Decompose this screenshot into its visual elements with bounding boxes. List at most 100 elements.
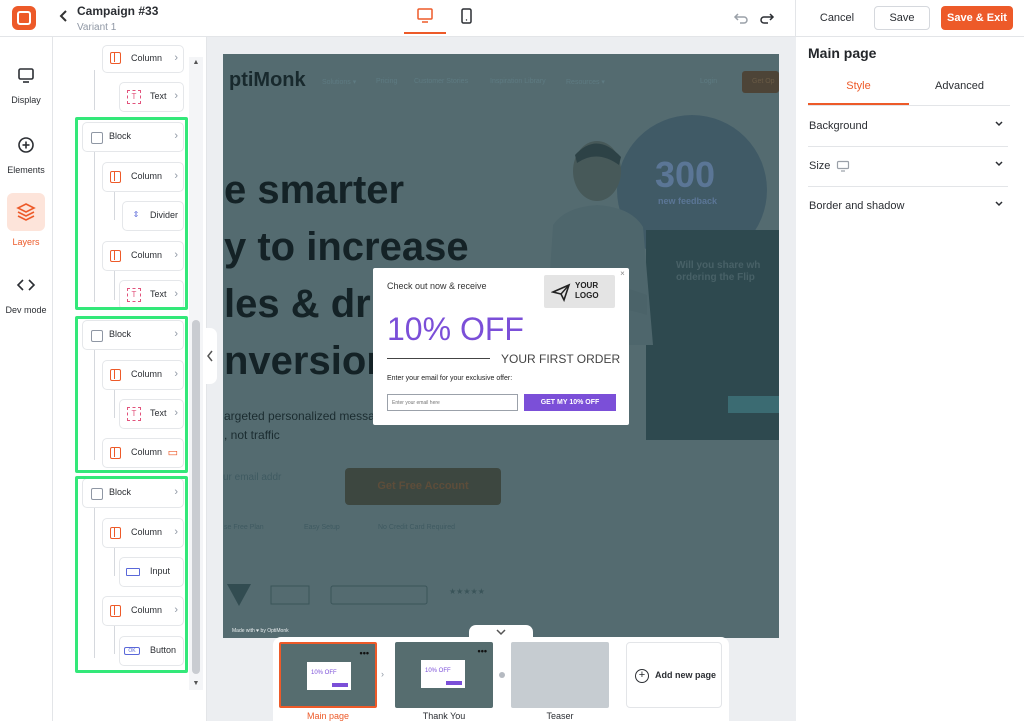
add-new-page-button[interactable]: + Add new page bbox=[626, 642, 722, 708]
more-icon[interactable]: ••• bbox=[478, 646, 487, 656]
topbar-divider bbox=[795, 0, 796, 37]
partner-logos: ★★★★★ bbox=[227, 584, 485, 606]
page-label-teaser[interactable]: Teaser bbox=[511, 711, 609, 721]
column-icon bbox=[110, 52, 121, 64]
monitor-icon bbox=[14, 63, 38, 87]
section-border-shadow[interactable]: Border and shadow bbox=[808, 187, 1008, 227]
chevron-right-icon[interactable]: › bbox=[174, 90, 178, 102]
popup-cta-button[interactable]: GET MY 10% OFF bbox=[524, 394, 616, 411]
scroll-up-arrow-icon[interactable]: ▲ bbox=[191, 59, 201, 69]
nav-layers[interactable]: Layers bbox=[0, 193, 52, 251]
popup-subheadline[interactable]: YOUR FIRST ORDER bbox=[501, 352, 620, 366]
layer-row-column[interactable]: Column › bbox=[102, 45, 184, 73]
feature-link: No Credit Card Required bbox=[378, 524, 456, 531]
nav-display-label: Display bbox=[11, 95, 41, 105]
nav-dev-mode[interactable]: Dev mode bbox=[0, 271, 52, 329]
page-thumb-teaser[interactable] bbox=[511, 642, 609, 708]
chevron-right-icon[interactable]: › bbox=[174, 52, 178, 64]
block-highlight bbox=[75, 316, 188, 473]
site-nav-item: Login bbox=[700, 78, 718, 85]
site-nav-item: Solutions ▾ bbox=[322, 79, 357, 86]
page-thumb-button bbox=[446, 681, 462, 685]
site-nav-item: Resources ▾ bbox=[566, 79, 605, 86]
popup-offer[interactable]: 10% OFF bbox=[387, 310, 524, 348]
page-thumb-main[interactable]: ••• 10% OFF bbox=[279, 642, 377, 708]
svg-text:★★★★★: ★★★★★ bbox=[449, 587, 485, 596]
hero-line: e smarter bbox=[224, 168, 405, 212]
tabs-divider bbox=[808, 105, 1010, 106]
big-number-caption: new feedback bbox=[658, 196, 718, 206]
popup-email-label[interactable]: Enter your email for your exclusive offe… bbox=[387, 375, 512, 382]
logo-line: YOUR bbox=[575, 281, 599, 290]
hero-line: les & dri bbox=[224, 282, 382, 326]
paper-plane-icon bbox=[551, 283, 571, 302]
layer-row-text[interactable]: T Text › bbox=[119, 82, 184, 112]
logo-grid-icon bbox=[17, 11, 31, 25]
layers-scroll-thumb[interactable] bbox=[192, 320, 200, 674]
nav-elements-label: Elements bbox=[7, 165, 45, 175]
section-size[interactable]: Size bbox=[808, 147, 1008, 187]
more-icon[interactable]: ••• bbox=[360, 648, 369, 658]
layer-label: Column bbox=[131, 53, 163, 63]
plus-circle-icon bbox=[14, 133, 38, 157]
popup-divider[interactable] bbox=[387, 358, 490, 359]
logo-line: LOGO bbox=[575, 291, 599, 300]
mobile-icon bbox=[461, 8, 472, 24]
popup-close-icon[interactable]: × bbox=[618, 269, 627, 278]
page-thumb-thank-you[interactable]: ••• 10% OFF bbox=[395, 642, 493, 708]
scroll-down-arrow-icon[interactable]: ▼ bbox=[191, 680, 201, 690]
tab-style[interactable]: Style bbox=[808, 78, 909, 105]
add-new-page-label: Add new page bbox=[655, 670, 717, 680]
panel-title: Main page bbox=[808, 45, 877, 61]
made-with-label: Made with ♥ by OptiMonk bbox=[232, 628, 289, 634]
back-arrow-icon[interactable] bbox=[59, 9, 69, 23]
nav-elements[interactable]: Elements bbox=[0, 131, 52, 189]
chevron-down-icon[interactable] bbox=[994, 119, 1004, 132]
tab-advanced[interactable]: Advanced bbox=[909, 78, 1010, 105]
nav-display[interactable]: Display bbox=[0, 61, 52, 119]
page-separator-dot bbox=[499, 672, 505, 678]
popup-headline[interactable]: Check out now & receive bbox=[387, 281, 487, 291]
layer-label: Text bbox=[150, 91, 167, 101]
feature-link: Easy Setup bbox=[304, 524, 340, 531]
site-nav-item: Customer Stories bbox=[414, 78, 469, 85]
big-number: 300 bbox=[655, 154, 716, 195]
section-label: Background bbox=[809, 120, 868, 132]
hero-line: nversion bbox=[224, 339, 391, 383]
section-background[interactable]: Background bbox=[808, 107, 1008, 147]
hero-line: y to increase bbox=[224, 225, 469, 269]
desktop-preview-button[interactable] bbox=[404, 0, 446, 34]
desktop-icon bbox=[417, 8, 433, 23]
chevron-down-icon[interactable] bbox=[994, 199, 1004, 212]
chevron-down-icon[interactable] bbox=[994, 159, 1004, 172]
left-nav: Display Elements Layers Dev mode bbox=[0, 37, 53, 721]
popup-email-input[interactable] bbox=[387, 394, 518, 411]
site-get-button: Get Op bbox=[742, 71, 779, 93]
mobile-preview-button[interactable] bbox=[456, 0, 478, 34]
page-thumb-offer: 10% OFF bbox=[311, 670, 337, 676]
block-highlight bbox=[75, 476, 188, 673]
chevron-right-icon: › bbox=[381, 669, 384, 679]
tree-line bbox=[94, 70, 95, 110]
feature-link: se Free Plan bbox=[224, 524, 264, 531]
page-thumb-preview: 10% OFF bbox=[307, 662, 351, 690]
save-button[interactable]: Save bbox=[874, 6, 930, 30]
page-label-main[interactable]: Main page bbox=[279, 711, 377, 721]
card-button bbox=[728, 396, 779, 413]
card-heading: Will you share wh ordering the Flip bbox=[676, 260, 761, 283]
chevron-left-icon bbox=[207, 350, 213, 362]
site-email-field: ur email addr bbox=[223, 472, 282, 483]
subhero-line: argeted personalized messag bbox=[224, 409, 382, 423]
nav-layers-label: Layers bbox=[12, 237, 40, 247]
undo-icon[interactable] bbox=[733, 11, 749, 25]
section-label: Size bbox=[809, 160, 831, 172]
save-exit-button[interactable]: Save & Exit bbox=[941, 6, 1013, 30]
collapse-panel-handle[interactable] bbox=[203, 328, 217, 384]
app-logo[interactable] bbox=[12, 6, 36, 30]
page-label-thank-you[interactable]: Thank You bbox=[395, 711, 493, 721]
subhero-line: , not traffic bbox=[224, 428, 280, 442]
popup-logo-text: YOUR LOGO bbox=[575, 281, 611, 301]
cancel-button[interactable]: Cancel bbox=[809, 6, 865, 30]
redo-icon[interactable] bbox=[759, 11, 775, 25]
campaign-title[interactable]: Campaign #33 bbox=[77, 4, 158, 18]
